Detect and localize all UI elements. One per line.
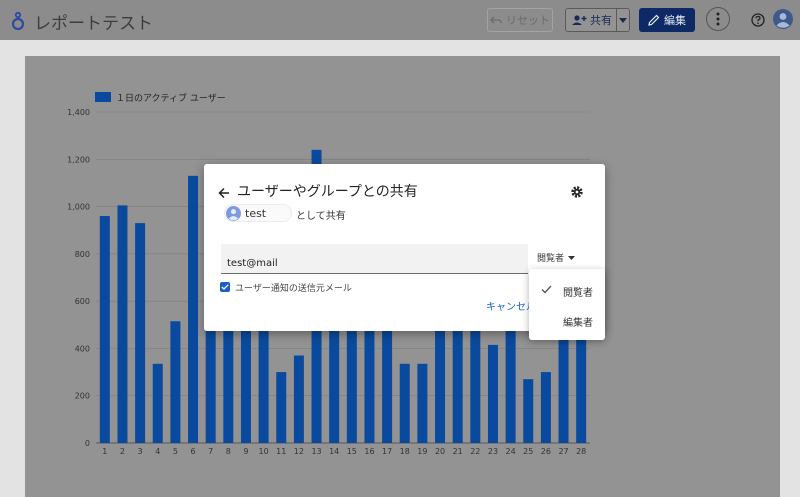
- x-tick-label: 24: [506, 447, 516, 456]
- x-tick-label: 16: [364, 447, 374, 456]
- user-avatar-icon: [226, 205, 241, 221]
- x-tick-label: 8: [226, 447, 231, 456]
- bar[interactable]: [117, 205, 128, 443]
- x-tick-label: 10: [259, 447, 269, 456]
- bar[interactable]: [276, 372, 287, 443]
- x-tick-label: 12: [294, 447, 304, 456]
- back-button[interactable]: [218, 184, 230, 203]
- x-tick-label: 14: [329, 447, 339, 456]
- x-tick-label: 1: [102, 447, 107, 456]
- role-dropdown-menu: 閲覧者 編集者: [529, 269, 605, 340]
- x-tick-label: 26: [541, 447, 551, 456]
- x-tick-label: 28: [576, 447, 586, 456]
- role-select[interactable]: 閲覧者: [537, 251, 576, 264]
- x-tick-label: 4: [155, 447, 160, 456]
- x-tick-label: 6: [190, 447, 195, 456]
- x-tick-label: 2: [120, 447, 125, 456]
- x-tick-label: 20: [435, 447, 445, 456]
- y-tick-label: 200: [75, 392, 90, 401]
- role-option-label: 編集者: [563, 318, 593, 329]
- x-tick-label: 3: [138, 447, 143, 456]
- legend-label: １日のアクティブ ユーザー: [116, 92, 226, 104]
- caret-down-icon: [568, 255, 576, 260]
- x-tick-label: 23: [488, 447, 498, 456]
- x-tick-label: 13: [311, 447, 321, 456]
- gear-icon: [571, 186, 583, 198]
- checkmark-icon: [221, 284, 229, 290]
- bar[interactable]: [223, 315, 234, 443]
- x-tick-label: 15: [347, 447, 357, 456]
- y-tick-label: 1,000: [67, 203, 90, 212]
- y-tick-label: 1,400: [67, 108, 90, 117]
- bar[interactable]: [487, 344, 498, 443]
- arrow-back-icon: [218, 187, 229, 199]
- x-tick-label: 17: [382, 447, 392, 456]
- bar[interactable]: [417, 363, 428, 443]
- check-icon: [541, 285, 552, 294]
- bar[interactable]: [188, 175, 199, 444]
- bar[interactable]: [523, 379, 534, 443]
- x-tick-label: 19: [417, 447, 427, 456]
- chip-user-name: test: [245, 206, 267, 220]
- bar[interactable]: [99, 216, 110, 443]
- x-tick-label: 11: [276, 447, 286, 456]
- y-tick-label: 1,200: [67, 155, 90, 164]
- share-as-text: として共有: [296, 211, 346, 222]
- y-tick-label: 600: [75, 297, 90, 306]
- bar[interactable]: [258, 315, 269, 443]
- y-tick-label: 800: [75, 250, 90, 259]
- role-select-value: 閲覧者: [537, 254, 565, 264]
- bar[interactable]: [135, 223, 146, 443]
- y-tick-label: 400: [75, 344, 90, 353]
- y-tick-label: 0: [85, 439, 90, 448]
- notify-label: ユーザー通知の送信元メール: [235, 284, 352, 294]
- bar[interactable]: [399, 363, 410, 443]
- sharing-settings-button[interactable]: [570, 184, 584, 203]
- x-tick-label: 22: [470, 447, 480, 456]
- bar[interactable]: [152, 363, 163, 443]
- x-tick-label: 5: [173, 447, 178, 456]
- email-input-value: test@mail: [227, 258, 278, 269]
- notify-checkbox[interactable]: [220, 282, 230, 292]
- bar[interactable]: [540, 372, 551, 443]
- role-option-label: 閲覧者: [563, 288, 593, 299]
- x-tick-label: 18: [400, 447, 410, 456]
- x-tick-label: 21: [453, 447, 463, 456]
- bar[interactable]: [170, 321, 181, 443]
- x-tick-label: 7: [208, 447, 213, 456]
- bar[interactable]: [293, 355, 304, 443]
- legend-swatch: [95, 92, 111, 102]
- role-option-editor[interactable]: 編集者: [529, 307, 605, 333]
- user-chip[interactable]: test: [224, 204, 292, 222]
- email-input[interactable]: test@mail: [221, 244, 528, 274]
- x-tick-label: 9: [243, 447, 248, 456]
- x-tick-label: 25: [523, 447, 533, 456]
- role-option-viewer[interactable]: 閲覧者: [529, 277, 605, 303]
- dialog-title: ユーザーやグループとの共有: [237, 184, 418, 200]
- x-tick-label: 27: [558, 447, 568, 456]
